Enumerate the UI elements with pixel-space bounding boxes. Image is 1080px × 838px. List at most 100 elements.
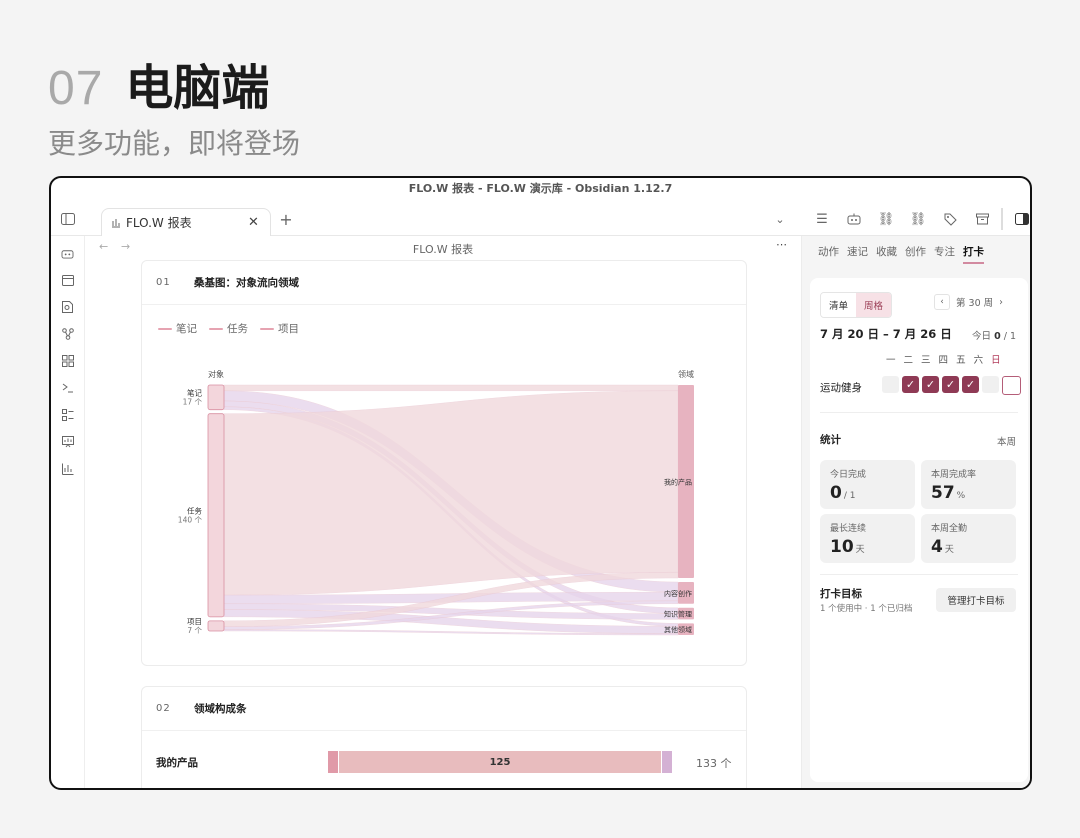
tab-create[interactable]: 创作: [905, 244, 926, 264]
stat-value: 0: [830, 483, 842, 503]
main-pane: ← → FLO.W 报表 ⋯ 01 桑基图：对象流向领域 笔记 任务 项目 对象…: [85, 236, 801, 788]
manage-goals-button[interactable]: 管理打卡目标: [936, 588, 1016, 612]
domain-bar[interactable]: 125: [328, 751, 672, 773]
robot-icon[interactable]: [843, 208, 865, 230]
next-week-icon[interactable]: ›: [999, 297, 1003, 308]
search-file-icon[interactable]: [59, 298, 77, 316]
checkin-panel: 清单 周格 ‹ 第 30 周 › 7 月 20 日 – 7 月 26 日 今日 …: [810, 278, 1028, 782]
stats-range: 本周: [996, 437, 1016, 448]
bar-chart-icon[interactable]: [59, 460, 77, 478]
domain-name: 我的产品: [156, 757, 198, 769]
sankey-source-count: 7 个: [187, 626, 202, 635]
domain-count: 133 个: [696, 757, 732, 770]
legend-item[interactable]: 任务: [209, 321, 248, 336]
bar-chart-icon: [110, 214, 122, 232]
archive-icon[interactable]: [971, 208, 993, 230]
robot-icon[interactable]: [59, 244, 77, 262]
card-number: 01: [156, 277, 171, 288]
chevron-down-icon[interactable]: ⌄: [771, 210, 789, 228]
list-icon[interactable]: [59, 406, 77, 424]
habit-day-box[interactable]: ✓: [942, 376, 959, 393]
weekday-label: 五: [956, 355, 966, 366]
sankey-target-label: 其他领域: [664, 625, 692, 634]
more-icon[interactable]: ⋯: [776, 238, 787, 251]
stat-label: 最长连续: [830, 524, 867, 534]
weekday-header: 一 二 三 四 五 六 日: [886, 352, 1001, 366]
view-list-button[interactable]: 清单: [821, 293, 857, 317]
sankey-card: 01 桑基图：对象流向领域 笔记 任务 项目 对象 领域 笔记 17 个任务 140 个…: [141, 260, 747, 666]
tab-report[interactable]: FLO.W 报表 ✕: [101, 208, 271, 236]
stat-week-rate: 本周完成率 57%: [921, 460, 1016, 509]
tab-favorites[interactable]: 收藏: [876, 244, 897, 264]
habit-day-box[interactable]: ✓: [922, 376, 939, 393]
domain-bar-card: 02 领域构成条 我的产品 125 133 个: [141, 686, 747, 788]
chart-legend: 笔记 任务 项目: [158, 321, 299, 336]
legend-swatch: [209, 327, 223, 330]
link-add-alt-icon[interactable]: ⛓: [907, 208, 929, 230]
stat-value-wrap: 0/ 1: [830, 483, 905, 503]
tab-label: FLO.W 报表: [126, 216, 192, 230]
tab-quick-note[interactable]: 速记: [847, 244, 868, 264]
stat-unit: / 1: [843, 491, 856, 501]
stat-value-wrap: 10 天: [830, 537, 905, 557]
sankey-left-header: 对象: [208, 369, 224, 379]
sankey-source-node: [207, 413, 225, 618]
legend-item[interactable]: 项目: [260, 321, 299, 336]
terminal-icon[interactable]: [59, 379, 77, 397]
card-header: 01 桑基图：对象流向领域: [142, 261, 746, 305]
sankey-target-label: 我的产品: [664, 478, 692, 487]
habit-day-box[interactable]: [882, 376, 899, 393]
hero-title: 电脑端: [125, 60, 270, 116]
list-icon[interactable]: ☰: [811, 208, 833, 230]
view-week-button[interactable]: 周格: [856, 293, 892, 317]
sankey-source-count: 17 个: [183, 397, 203, 406]
view-toggle: 清单 周格: [820, 292, 893, 318]
habit-day-box[interactable]: [1002, 376, 1021, 395]
sankey-link: [223, 384, 679, 392]
bar-segment-notes[interactable]: [328, 751, 338, 773]
sankey-source-label: 任务: [187, 505, 202, 515]
stat-value: 10: [830, 537, 854, 557]
toolbar-divider: [1001, 208, 1003, 230]
stat-label: 本周全勤: [931, 524, 968, 534]
stat-full-attendance: 本周全勤 4天: [921, 514, 1016, 563]
stat-value-wrap: 4天: [931, 537, 1006, 557]
sankey-chart: 对象 领域笔记17 个任务140 个项目7 个 我的产品内容创作知识管理其他领域: [178, 369, 694, 636]
grid-icon[interactable]: [59, 352, 77, 370]
habit-day-boxes: ✓ ✓ ✓ ✓: [882, 376, 1021, 395]
divider: [820, 574, 1018, 575]
tab-checkin[interactable]: 打卡: [963, 244, 984, 264]
sidebar-toggle-icon[interactable]: [59, 210, 77, 228]
new-tab-icon[interactable]: +: [277, 210, 295, 229]
app-window: FLO.W 报表 - FLO.W 演示库 - Obsidian 1.12.7 F…: [49, 176, 1032, 790]
close-icon[interactable]: ✕: [248, 215, 262, 230]
legend-item[interactable]: 笔记: [158, 321, 197, 336]
prev-week-icon[interactable]: ‹: [934, 294, 950, 310]
weekday-label: 六: [973, 355, 984, 366]
calendar-icon[interactable]: [59, 271, 77, 289]
bar-segment-projects[interactable]: [662, 751, 672, 773]
graph-icon[interactable]: [59, 325, 77, 343]
panel-toggle-icon[interactable]: [1011, 208, 1030, 230]
hero-subtitle: 更多功能，即将登场: [48, 127, 301, 160]
tab-actions[interactable]: 动作: [818, 244, 839, 264]
legend-label: 笔记: [176, 323, 197, 335]
legend-swatch: [260, 327, 274, 330]
habit-day-box[interactable]: ✓: [902, 376, 919, 393]
tab-focus[interactable]: 专注: [934, 244, 955, 264]
chart-board-icon[interactable]: [59, 433, 77, 451]
legend-label: 项目: [278, 323, 299, 335]
tag-icon[interactable]: [939, 208, 961, 230]
stat-unit: %: [956, 491, 966, 501]
page-title: FLO.W 报表: [412, 243, 474, 256]
legend-label: 任务: [227, 323, 248, 335]
week-navigator: ‹ 第 30 周 ›: [934, 294, 1003, 310]
stats-label: 统计: [820, 434, 841, 446]
habit-day-box[interactable]: [982, 376, 999, 393]
bar-segment-tasks[interactable]: 125: [338, 751, 662, 773]
habit-day-box[interactable]: ✓: [962, 376, 979, 393]
legend-swatch: [158, 327, 172, 330]
link-add-icon[interactable]: ⛓: [875, 208, 897, 230]
hero: 07 电脑端 更多功能，即将登场: [48, 48, 300, 162]
stat-value: 57: [931, 483, 955, 503]
